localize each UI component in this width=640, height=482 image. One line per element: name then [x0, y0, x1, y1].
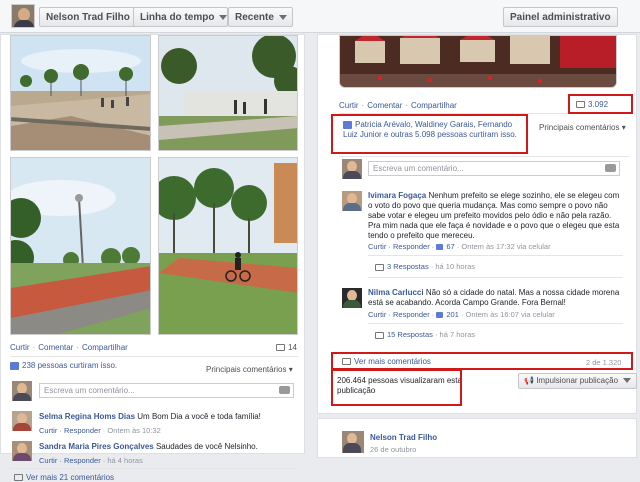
recent-dropdown[interactable]: Recente	[228, 7, 293, 27]
comment-actions[interactable]: Curtir · Responder	[39, 456, 101, 465]
right-comment-2-meta: Curtir · Responder · 201 · Ontem às 16:0…	[368, 310, 555, 319]
timeline-label: Linha do tempo	[140, 12, 215, 23]
comment-actions[interactable]: Curtir · Responder	[39, 426, 101, 435]
ivimara-avatar[interactable]	[342, 191, 362, 211]
admin-panel-button[interactable]: Painel administrativo	[503, 7, 618, 27]
comment-actions[interactable]: Curtir · Responder ·	[368, 242, 436, 251]
post-photo-2[interactable]	[158, 35, 298, 151]
left-comment-1: Selma Regina Homs Dias Um Bom Dia a você…	[39, 412, 301, 422]
highlight-more-comments	[331, 352, 633, 370]
post-photo-1[interactable]	[10, 35, 151, 151]
right-top-comments-dropdown[interactable]: Principais comentários ▾	[539, 123, 626, 132]
like-link[interactable]: Curtir	[339, 101, 359, 110]
share-link[interactable]: Compartilhar	[411, 101, 457, 110]
reply-icon	[375, 331, 384, 339]
comment-actions[interactable]: Curtir · Responder ·	[368, 310, 436, 319]
chevron-down-icon	[278, 14, 287, 20]
replies-link: 15 Respostas	[387, 330, 433, 339]
top-bar: Nelson Trad Filho Linha do tempo Recente…	[0, 0, 640, 33]
left-likes[interactable]: 238 pessoas curtiram isso.	[10, 361, 117, 370]
left-post-actions: Curtir · Comentar · Compartilhar	[10, 343, 128, 352]
chevron-down-icon	[623, 378, 632, 384]
boost-label: Impulsionar publicação	[536, 376, 619, 385]
commenter-avatar[interactable]	[12, 381, 32, 401]
thumbs-up-icon	[436, 312, 444, 319]
left-more-comments[interactable]: Ver mais 21 comentários	[14, 473, 114, 482]
comment-time: Ontem às 10:32	[107, 426, 161, 435]
right-comment-2-replies[interactable]: 15 Respostas · há 7 horas	[375, 330, 475, 339]
right-top-comments-label: Principais comentários	[539, 123, 620, 132]
left-post: Curtir · Comentar · Compartilhar 14 238 pess…	[0, 34, 305, 482]
right-comment-1-meta: Curtir · Responder · 67 · Ontem às 17:32…	[368, 242, 551, 251]
reply-icon	[375, 263, 384, 271]
next-post-author[interactable]: Nelson Trad Filho	[370, 433, 437, 443]
sandra-avatar[interactable]	[12, 441, 32, 461]
chevron-down-icon	[219, 14, 228, 20]
profile-name-button[interactable]: Nelson Trad Filho	[39, 7, 137, 27]
comment-time: Ontem às 16:07 via celular	[465, 310, 555, 319]
comment-likes[interactable]: 201	[446, 310, 459, 319]
post-photo-3[interactable]	[10, 157, 151, 335]
comment-icon	[276, 344, 285, 352]
left-likes-text: 238 pessoas curtiram isso.	[22, 361, 118, 370]
camera-icon[interactable]	[605, 164, 616, 172]
left-top-comments-dropdown[interactable]: Principais comentários ▾	[206, 365, 293, 374]
post-photo-christmas[interactable]	[339, 35, 617, 88]
comment-author[interactable]: Ivimara Fogaça	[368, 191, 426, 200]
right-post-actions: Curtir · Comentar · Compartilhar	[339, 101, 457, 110]
left-top-comments-label: Principais comentários	[206, 365, 287, 374]
comment-likes[interactable]: 67	[446, 242, 454, 251]
left-comment-2: Sandra Maria Pires Gonçalves Saudades de…	[39, 442, 301, 452]
comment-link[interactable]: Comentar	[367, 101, 402, 110]
timeline-dropdown[interactable]: Linha do tempo	[133, 7, 228, 27]
commenter-avatar[interactable]	[342, 159, 362, 179]
left-comment-count[interactable]: 14	[276, 343, 297, 352]
boost-post-button[interactable]: 📢 Impulsionar publicação	[518, 373, 638, 389]
next-post: Nelson Trad Filho 26 de outubro	[317, 418, 637, 458]
comment-icon	[14, 474, 23, 482]
like-link[interactable]: Curtir	[10, 343, 30, 352]
right-comment-2: Nilma Carlucci Não só a cidade do natal.…	[368, 288, 623, 308]
right-comment-1: Ivimara Fogaça Nenhum prefeito se elege …	[368, 191, 623, 241]
replies-time: há 7 horas	[439, 330, 475, 339]
profile-avatar[interactable]	[11, 4, 35, 28]
post-photo-4[interactable]	[158, 157, 298, 335]
highlight-views	[331, 369, 462, 406]
right-comment-1-replies[interactable]: 3 Respostas · há 10 horas	[375, 262, 475, 271]
comment-time: há 4 horas	[107, 456, 143, 465]
comment-author[interactable]: Selma Regina Homs Dias	[39, 412, 135, 421]
share-link[interactable]: Compartilhar	[82, 343, 128, 352]
comment-time: Ontem às 17:32 via celular	[461, 242, 551, 251]
comment-author[interactable]: Nilma Carlucci	[368, 288, 424, 297]
left-more-comments-label: Ver mais 21 comentários	[26, 473, 115, 482]
megaphone-icon: 📢	[524, 376, 534, 385]
replies-link: 3 Respostas	[387, 262, 429, 271]
nilma-avatar[interactable]	[342, 288, 362, 308]
comment-text: Um Bom Dia a você e toda família!	[137, 412, 261, 421]
highlight-likes	[331, 114, 528, 154]
thumbs-up-icon	[436, 244, 444, 251]
right-comment-input[interactable]: Escreva um comentário...	[368, 161, 620, 176]
left-comment-input[interactable]: Escreva um comentário...	[39, 383, 294, 398]
selma-avatar[interactable]	[12, 411, 32, 431]
replies-time: há 10 horas	[435, 262, 475, 271]
left-comment-2-meta: Curtir · Responder · há 4 horas	[39, 456, 143, 465]
next-post-author-name: Nelson Trad Filho	[370, 433, 438, 442]
recent-label: Recente	[235, 12, 274, 23]
left-comment-placeholder: Escreva um comentário...	[44, 386, 135, 395]
right-comment-placeholder: Escreva um comentário...	[373, 164, 464, 173]
highlight-comment-count	[568, 94, 633, 114]
camera-icon[interactable]	[279, 386, 290, 394]
left-comment-1-meta: Curtir · Responder · Ontem às 10:32	[39, 426, 161, 435]
comment-link[interactable]: Comentar	[38, 343, 73, 352]
thumbs-up-icon	[10, 361, 19, 370]
left-comment-count-value: 14	[288, 343, 297, 352]
